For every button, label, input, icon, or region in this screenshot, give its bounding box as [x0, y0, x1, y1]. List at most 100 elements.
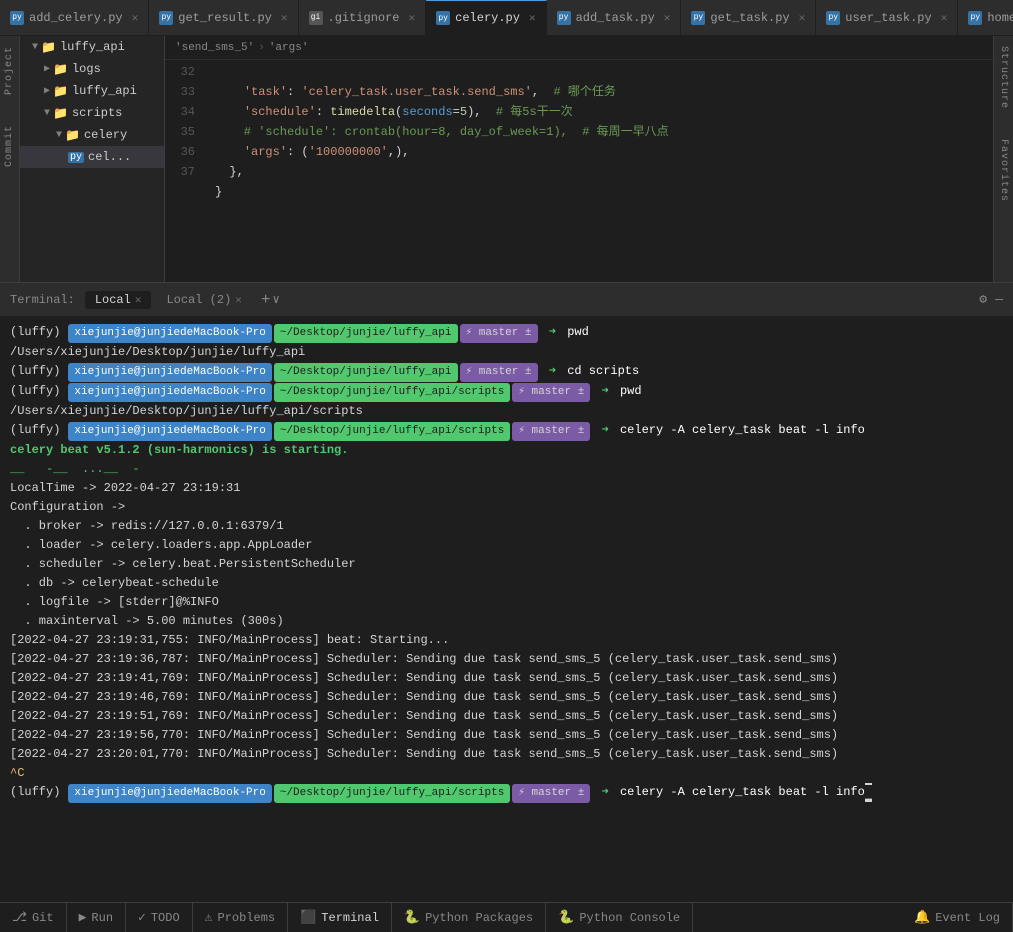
- line-num: 37: [165, 162, 195, 182]
- py-icon: py: [10, 11, 24, 25]
- tab-close-icon[interactable]: ✕: [281, 11, 288, 25]
- add-terminal-button[interactable]: +: [261, 291, 271, 309]
- terminal-line: [2022-04-27 23:19:51,769: INFO/MainProce…: [10, 707, 1003, 726]
- terminal-line: . loader -> celery.loaders.app.AppLoader: [10, 536, 1003, 555]
- terminal-line: /Users/xiejunjie/Desktop/junjie/luffy_ap…: [10, 343, 1003, 362]
- tree-item-label: celery: [84, 128, 127, 142]
- status-item-run[interactable]: ▶ Run: [67, 903, 126, 932]
- tree-item-cel-py[interactable]: py cel...: [20, 146, 164, 168]
- tree-item-label: luffy_api: [60, 40, 125, 54]
- py-icon: py: [436, 11, 450, 25]
- terminal-line: . maxinterval -> 5.00 minutes (300s): [10, 612, 1003, 631]
- terminal-line: ^C: [10, 764, 1003, 783]
- py-icon: py: [557, 11, 571, 25]
- status-item-git[interactable]: ⎇ Git: [0, 903, 67, 932]
- main-area: Project Commit ▼ 📁 luffy_api ▶ 📁 logs ▶ …: [0, 36, 1013, 282]
- terminal-output[interactable]: (luffy) xiejunjie@junjiedeMacBook-Pro ~/…: [0, 317, 1013, 902]
- status-item-event-log[interactable]: 🔔 Event Log: [902, 903, 1013, 932]
- eventlog-icon: 🔔: [914, 910, 930, 925]
- tree-item-celery[interactable]: ▼ 📁 celery: [20, 124, 164, 146]
- term-arrow: ➜: [594, 421, 616, 440]
- tab-gitignore[interactable]: gi .gitignore ✕: [299, 0, 427, 36]
- term-output-text: Configuration ->: [10, 498, 125, 517]
- todo-icon: ✓: [138, 910, 146, 925]
- tree-item-label: scripts: [72, 106, 122, 120]
- terminal-line-current: (luffy) xiejunjie@junjiedeMacBook-Pro ~/…: [10, 783, 1003, 803]
- terminal-tab-local[interactable]: Local ✕: [85, 291, 152, 309]
- tab-celery[interactable]: py celery.py ✕: [426, 0, 546, 36]
- tree-item-luffy-api-sub[interactable]: ▶ 📁 luffy_api: [20, 80, 164, 102]
- terminal-line: [2022-04-27 23:19:46,769: INFO/MainProce…: [10, 688, 1003, 707]
- tab-label: get_result.py: [178, 11, 272, 25]
- status-item-python-console[interactable]: 🐍 Python Console: [546, 903, 693, 932]
- tab-add-task[interactable]: py add_task.py ✕: [547, 0, 682, 36]
- right-panel: Structure Favorites: [993, 36, 1013, 282]
- term-command: cd scripts: [567, 362, 639, 381]
- line-num: 32: [165, 62, 195, 82]
- term-git: ⚡ master ±: [512, 422, 590, 441]
- terminal-section: Terminal: Local ✕ Local (2) ✕ + ∨ ⚙ — (l…: [0, 282, 1013, 902]
- tab-close-icon[interactable]: ✕: [132, 11, 139, 25]
- left-sidebar: Project Commit: [0, 36, 20, 282]
- line-numbers: 32 33 34 35 36 37: [165, 60, 205, 282]
- term-output-text: [2022-04-27 23:19:56,770: INFO/MainProce…: [10, 726, 838, 745]
- terminal-line: (luffy) xiejunjie@junjiedeMacBook-Pro ~/…: [10, 382, 1003, 402]
- terminal-line: [2022-04-27 23:20:01,770: INFO/MainProce…: [10, 745, 1003, 764]
- tab-add-celery[interactable]: py add_celery.py ✕: [0, 0, 149, 36]
- terminal-tab-close-icon[interactable]: ✕: [135, 293, 142, 307]
- status-eventlog-label: Event Log: [935, 911, 1000, 925]
- status-git-label: Git: [32, 911, 54, 925]
- status-item-todo[interactable]: ✓ TODO: [126, 903, 193, 932]
- chevron-down-icon[interactable]: ∨: [273, 292, 280, 307]
- terminal-label: Terminal:: [10, 293, 75, 307]
- term-output-text: LocalTime -> 2022-04-27 23:19:31: [10, 479, 240, 498]
- tab-close-icon[interactable]: ✕: [529, 11, 536, 25]
- terminal-line: . logfile -> [stderr]@%INFO: [10, 593, 1003, 612]
- problems-icon: ⚠: [205, 910, 213, 925]
- term-arrow: ➜: [594, 783, 616, 802]
- terminal-tab-local2[interactable]: Local (2) ✕: [156, 291, 251, 309]
- tab-get-result[interactable]: py get_result.py ✕: [149, 0, 298, 36]
- line-num: 34: [165, 102, 195, 122]
- terminal-tab-close-icon[interactable]: ✕: [235, 293, 242, 307]
- py-icon: py: [968, 11, 982, 25]
- console-icon: 🐍: [558, 910, 574, 925]
- term-command: pwd: [567, 323, 589, 342]
- term-command: celery -A celery_task beat -l info: [620, 421, 865, 440]
- tree-item-luffy-api[interactable]: ▼ 📁 luffy_api: [20, 36, 164, 58]
- term-path: ~/Desktop/junjie/luffy_api/scripts: [274, 784, 510, 803]
- terminal-line: [2022-04-27 23:19:41,769: INFO/MainProce…: [10, 669, 1003, 688]
- tab-label: get_task.py: [710, 11, 789, 25]
- tab-get-task[interactable]: py get_task.py ✕: [681, 0, 816, 36]
- tab-close-icon[interactable]: ✕: [409, 11, 416, 25]
- term-output-text: . db -> celerybeat-schedule: [10, 574, 219, 593]
- term-prefix: (luffy): [10, 362, 60, 381]
- term-git: ⚡ master ±: [460, 363, 538, 382]
- folder-icon: 📁: [53, 106, 68, 121]
- status-item-python-packages[interactable]: 🐍 Python Packages: [392, 903, 546, 932]
- code-text[interactable]: 'task': 'celery_task.user_task.send_sms'…: [205, 60, 993, 282]
- tab-close-icon[interactable]: ✕: [664, 11, 671, 25]
- minimize-icon[interactable]: —: [995, 292, 1003, 307]
- folder-icon: 📁: [65, 128, 80, 143]
- tab-close-icon[interactable]: ✕: [799, 11, 806, 25]
- status-item-problems[interactable]: ⚠ Problems: [193, 903, 288, 932]
- file-icon: gi: [309, 11, 323, 25]
- favorites-label: Favorites: [998, 139, 1009, 202]
- term-prefix: (luffy): [10, 323, 60, 342]
- tree-item-scripts[interactable]: ▼ 📁 scripts: [20, 102, 164, 124]
- term-output-text: . loader -> celery.loaders.app.AppLoader: [10, 536, 312, 555]
- terminal-line: (luffy) xiejunjie@junjiedeMacBook-Pro ~/…: [10, 362, 1003, 382]
- term-arrow: ➜: [542, 362, 564, 381]
- tab-home[interactable]: py home_t...: [958, 0, 1013, 36]
- term-prefix: (luffy): [10, 421, 60, 440]
- terminal-line: . broker -> redis://127.0.0.1:6379/1: [10, 517, 1003, 536]
- tab-user-task[interactable]: py user_task.py ✕: [816, 0, 958, 36]
- terminal-line: [2022-04-27 23:19:36,787: INFO/MainProce…: [10, 650, 1003, 669]
- terminal-line: (luffy) xiejunjie@junjiedeMacBook-Pro ~/…: [10, 323, 1003, 343]
- settings-icon[interactable]: ⚙: [979, 292, 987, 307]
- tree-item-logs[interactable]: ▶ 📁 logs: [20, 58, 164, 80]
- status-item-terminal[interactable]: ⬛ Terminal: [288, 903, 392, 932]
- tab-close-icon[interactable]: ✕: [941, 11, 948, 25]
- cursor: █: [865, 783, 872, 802]
